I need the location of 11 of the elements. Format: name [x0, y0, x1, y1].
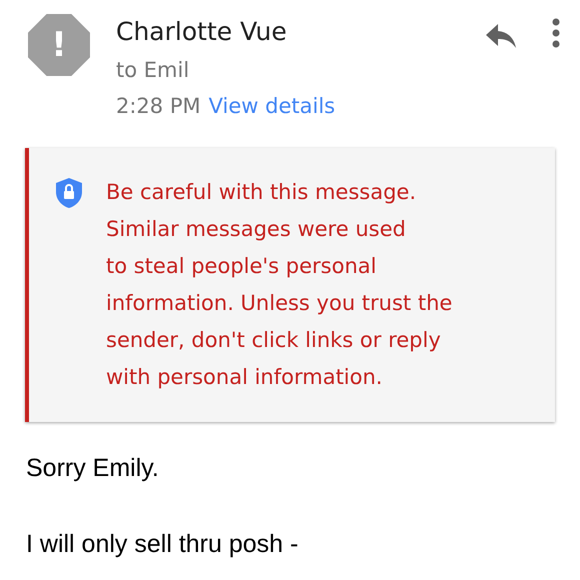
view-details-link[interactable]: View details — [208, 88, 336, 124]
avatar: ! — [28, 14, 90, 76]
message-text: Sorry Emily. — [26, 453, 160, 484]
shield-lock-icon — [56, 178, 82, 208]
sender-name: Charlotte Vue — [116, 16, 288, 48]
more-icon[interactable] — [552, 18, 560, 48]
recipient: to Emil — [116, 57, 190, 84]
warning-message: Be careful with this message. Similar messages were used to steal people's personal information. Unless you trust the sender, don't click links or reply with personal information. — [106, 179, 452, 391]
reply-icon[interactable] — [486, 24, 516, 48]
timestamp: 2:28 PM — [116, 93, 201, 120]
message-text: I will only sell thru posh - — [26, 529, 300, 560]
